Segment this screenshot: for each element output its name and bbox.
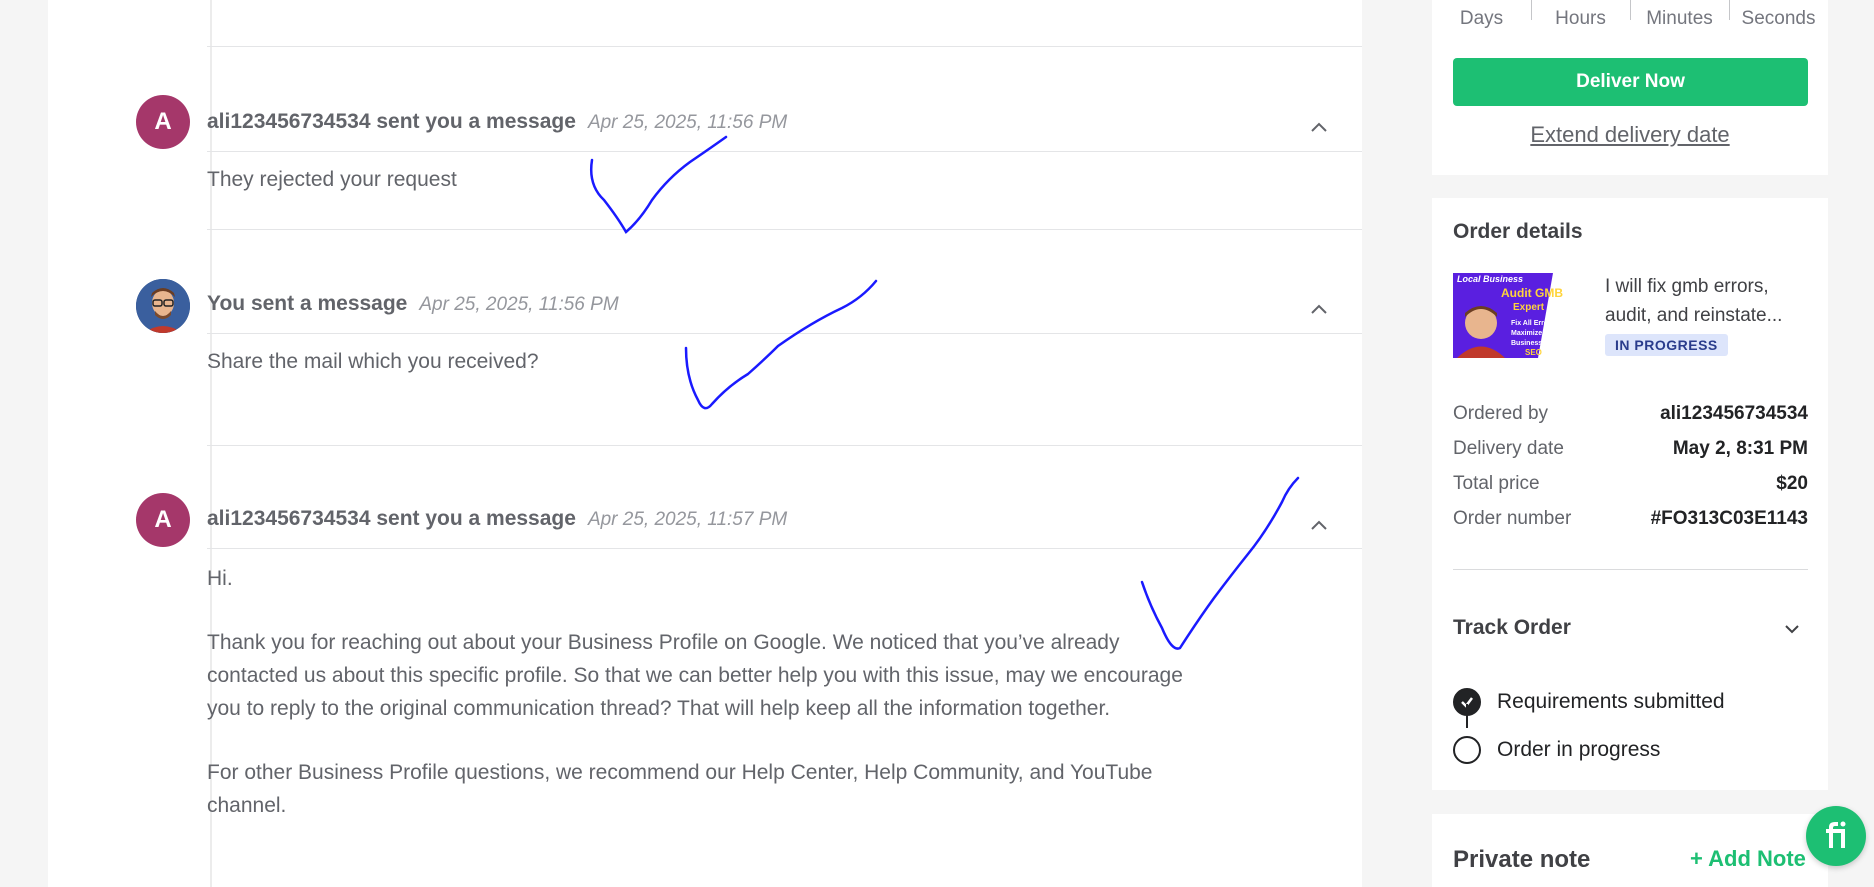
avatar: A (136, 95, 190, 149)
step-requirements-submitted: Requirements submitted (1453, 688, 1725, 716)
info-row-total-price: Total price $20 (1453, 473, 1808, 495)
info-label: Total price (1453, 473, 1540, 494)
gig-thumbnail[interactable]: Local Business Audit GMB Expert Fix All … (1453, 273, 1589, 358)
thumb-line2: Audit GMB (1501, 286, 1563, 300)
divider (207, 333, 1362, 334)
step-label: Order in progress (1497, 738, 1661, 761)
chevron-up-icon[interactable] (1308, 117, 1330, 139)
info-label: Delivery date (1453, 438, 1564, 459)
divider (207, 151, 1362, 152)
divider (207, 445, 1362, 446)
message-time: Apr 25, 2025, 11:56 PM (419, 294, 619, 315)
countdown-hours-label: Hours (1531, 0, 1630, 30)
message-body: Hi. Thank you for reaching out about you… (207, 562, 1207, 853)
thumb-seo: SEO (1525, 348, 1542, 357)
fiverr-logo-icon (1826, 821, 1846, 848)
divider (207, 229, 1362, 230)
message-text: Share the mail which you received? (207, 350, 539, 373)
message-body: They rejected your request (207, 163, 1207, 227)
step-connector (1466, 704, 1468, 728)
chevron-up-icon[interactable] (1308, 515, 1330, 537)
private-note-card: Private note + Add Note (1432, 814, 1828, 887)
private-note-title: Private note (1453, 846, 1591, 873)
countdown-labels: Days Hours Minutes Seconds (1432, 0, 1828, 30)
info-row-order-number: Order number #FO313C03E1143 (1453, 508, 1808, 530)
message-text: Hi. (207, 567, 233, 590)
message-body: Share the mail which you received? (207, 345, 1207, 409)
track-order-title[interactable]: Track Order (1453, 616, 1571, 640)
thumb-bullet: Business on Track (1511, 340, 1573, 347)
message-header: ali123456734534 sent you a message Apr 2… (207, 110, 787, 134)
countdown-days-label: Days (1459, 8, 1504, 29)
thumb-line3: Expert (1513, 302, 1545, 313)
status-badge: IN PROGRESS (1605, 334, 1728, 356)
gig-title[interactable]: I will fix gmb errors, audit, and reinst… (1605, 272, 1805, 330)
info-value: #FO313C03E1143 (1650, 508, 1808, 529)
info-value: May 2, 8:31 PM (1672, 438, 1808, 459)
divider (1453, 569, 1808, 570)
message-time: Apr 25, 2025, 11:56 PM (587, 112, 788, 133)
empty-circle-icon (1453, 736, 1481, 764)
order-details-title: Order details (1453, 220, 1583, 243)
message-text: They rejected your request (207, 168, 457, 191)
info-value: ali123456734534 (1660, 403, 1808, 424)
divider (207, 46, 1362, 47)
countdown-seconds-label: Seconds (1729, 0, 1828, 30)
avatar (136, 279, 190, 333)
message-header: You sent a message Apr 25, 2025, 11:56 P… (207, 292, 619, 316)
message-header: ali123456734534 sent you a message Apr 2… (207, 507, 787, 531)
thumb-bullet: Fix All Errors (1511, 320, 1555, 327)
message-text: Thank you for reaching out about your Bu… (207, 631, 1183, 720)
step-order-in-progress: Order in progress (1453, 736, 1660, 764)
thumb-line1: Local Business (1457, 274, 1523, 284)
thumb-bullet: Maximize Reach (1511, 330, 1565, 337)
step-label: Requirements submitted (1497, 690, 1725, 713)
chevron-down-icon[interactable] (1781, 618, 1803, 640)
order-details-card: Order details Local Business Audit GMB E… (1432, 198, 1828, 790)
add-note-button[interactable]: + Add Note (1690, 846, 1806, 872)
info-row-delivery-date: Delivery date May 2, 8:31 PM (1453, 438, 1808, 460)
countdown-minutes-label: Minutes (1630, 0, 1729, 30)
help-chat-button[interactable] (1806, 806, 1866, 866)
info-row-ordered-by: Ordered by ali123456734534 (1453, 403, 1808, 425)
message-sender: ali123456734534 sent you a message (207, 110, 576, 133)
message-text: For other Business Profile questions, we… (207, 761, 1153, 817)
info-label: Order number (1453, 508, 1572, 529)
avatar: A (136, 493, 190, 547)
countdown-card: Days Hours Minutes Seconds Deliver Now E… (1432, 0, 1828, 175)
deliver-now-button[interactable]: Deliver Now (1453, 58, 1808, 106)
extend-delivery-link[interactable]: Extend delivery date (1432, 122, 1828, 148)
info-value: $20 (1776, 473, 1808, 494)
chevron-up-icon[interactable] (1308, 299, 1330, 321)
divider (207, 548, 1362, 549)
message-time: Apr 25, 2025, 11:57 PM (587, 509, 788, 530)
message-sender: ali123456734534 sent you a message (207, 507, 576, 530)
info-label: Ordered by (1453, 403, 1549, 424)
message-sender: You sent a message (207, 292, 408, 315)
